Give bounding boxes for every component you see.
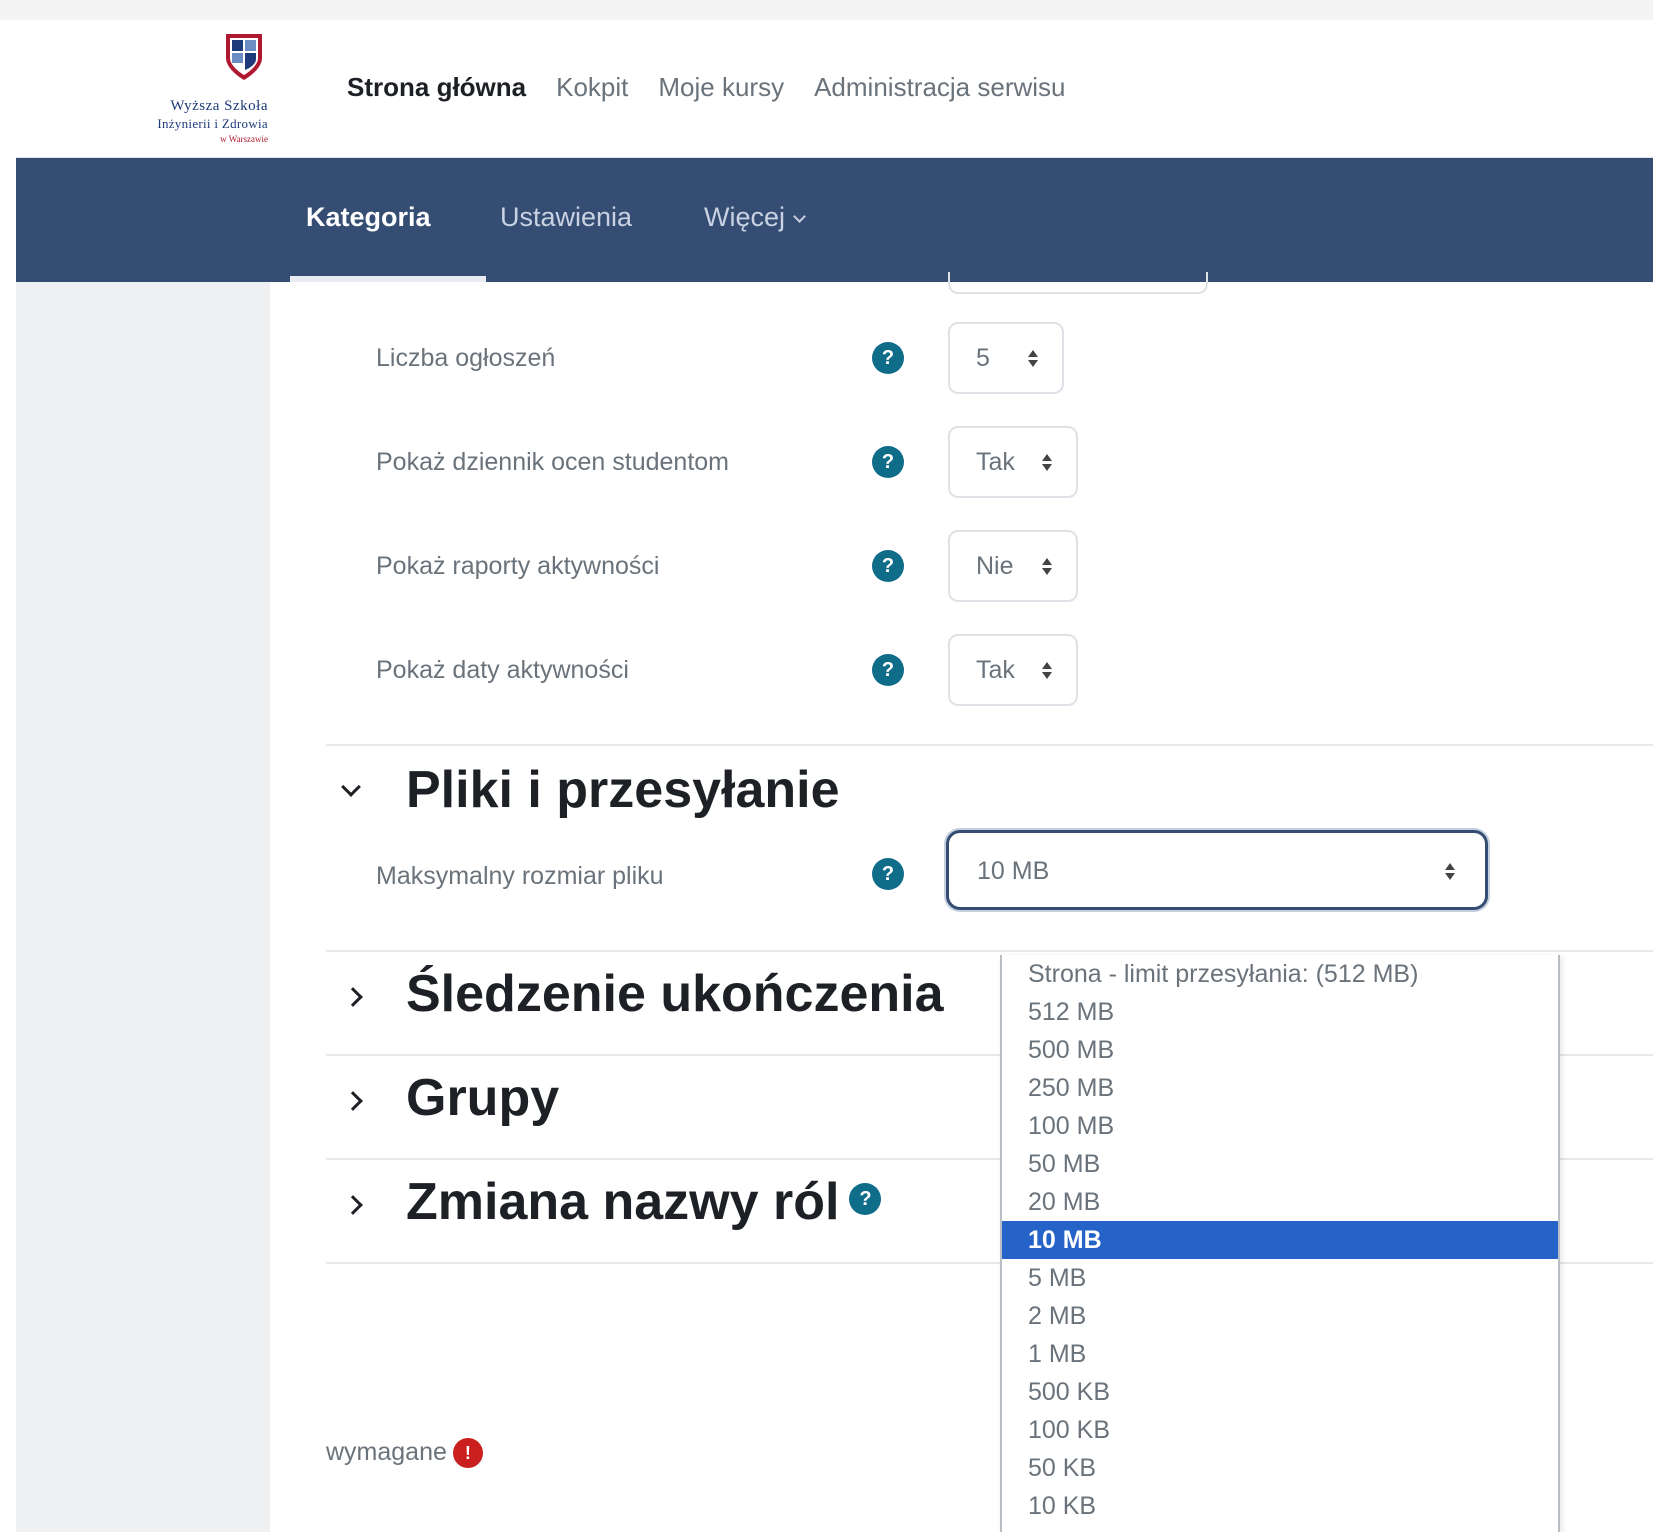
- max-file-size-select[interactable]: 10 MB: [946, 830, 1488, 910]
- question-icon[interactable]: ?: [872, 654, 904, 686]
- select-value: 5: [976, 344, 990, 372]
- dropdown-option[interactable]: 100 KB: [1002, 1411, 1558, 1449]
- dropdown-option[interactable]: 2 MB: [1002, 1297, 1558, 1335]
- chevron-right-icon[interactable]: [343, 987, 363, 1007]
- exclamation-icon: !: [452, 1438, 483, 1469]
- activity-dates-select[interactable]: Tak: [948, 634, 1078, 706]
- gradebook-select[interactable]: Tak: [948, 426, 1078, 498]
- dropdown-option[interactable]: 1 MB: [1002, 1335, 1558, 1373]
- section-title-files[interactable]: Pliki i przesyłanie: [406, 760, 840, 820]
- setting-label: Liczba ogłoszeń: [376, 344, 556, 372]
- nav-site-administration[interactable]: Administracja serwisu: [814, 72, 1065, 103]
- chevron-right-icon[interactable]: [343, 1195, 363, 1215]
- setting-row-activity-dates: Pokaż daty aktywności ? Tak: [270, 634, 1653, 714]
- chevron-right-icon[interactable]: [343, 1091, 363, 1111]
- crest-icon: [226, 34, 262, 80]
- logo-text-line3: w Warszawie: [220, 134, 268, 144]
- setting-row-gradebook: Pokaż dziennik ocen studentom ? Tak: [270, 426, 1653, 506]
- nav-dashboard[interactable]: Kokpit: [556, 72, 628, 103]
- setting-label: Pokaż daty aktywności: [376, 656, 629, 684]
- announcements-select[interactable]: 5: [948, 322, 1064, 394]
- section-title-roles[interactable]: Zmiana nazwy ról?: [406, 1172, 882, 1232]
- site-logo[interactable]: Wyższa Szkoła Inżynierii i Zdrowia w War…: [56, 30, 276, 148]
- setting-label: Pokaż raporty aktywności: [376, 552, 660, 580]
- dropdown-option[interactable]: 20 MB: [1002, 1183, 1558, 1221]
- setting-label: Pokaż dziennik ocen studentom: [376, 448, 729, 476]
- dropdown-option[interactable]: 50 KB: [1002, 1449, 1558, 1487]
- dropdown-option[interactable]: 512 MB: [1002, 993, 1558, 1031]
- section-divider: [326, 950, 1653, 952]
- nav-my-courses[interactable]: Moje kursy: [658, 72, 784, 103]
- primary-navigation: Strona główna Kokpit Moje kursy Administ…: [347, 72, 1096, 103]
- select-value: Tak: [976, 448, 1015, 476]
- select-value: Tak: [976, 656, 1015, 684]
- question-icon[interactable]: ?: [872, 550, 904, 582]
- dropdown-option[interactable]: 100 MB: [1002, 1107, 1558, 1145]
- left-drawer-area: [16, 282, 270, 1532]
- section-divider: [326, 744, 1653, 746]
- nav-home[interactable]: Strona główna: [347, 72, 526, 103]
- max-file-size-dropdown: Strona - limit przesyłania: (512 MB) 512…: [1000, 955, 1560, 1532]
- setting-row-activity-reports: Pokaż raporty aktywności ? Nie: [270, 530, 1653, 610]
- secondary-navigation: Kategoria Ustawienia Więcej: [16, 158, 1653, 282]
- activity-reports-select[interactable]: Nie: [948, 530, 1078, 602]
- tab-more-label: Więcej: [704, 202, 786, 232]
- dropdown-option[interactable]: 10 KB: [1002, 1487, 1558, 1525]
- dropdown-option[interactable]: 500 KB: [1002, 1373, 1558, 1411]
- browser-top-strip: [0, 0, 1653, 20]
- dropdown-option[interactable]: Strona - limit przesyłania: (512 MB): [1002, 955, 1558, 993]
- select-value: Nie: [976, 552, 1014, 580]
- dropdown-option[interactable]: 500 MB: [1002, 1031, 1558, 1069]
- tab-category[interactable]: Kategoria: [306, 202, 431, 233]
- question-icon[interactable]: ?: [849, 1183, 882, 1216]
- dropdown-option[interactable]: 250 MB: [1002, 1069, 1558, 1107]
- question-icon[interactable]: ?: [872, 446, 904, 478]
- logo-text-line2: Inżynierii i Zdrowia: [157, 116, 268, 131]
- tab-settings[interactable]: Ustawienia: [500, 202, 632, 233]
- setting-label: Maksymalny rozmiar pliku: [376, 862, 664, 890]
- partial-select-above[interactable]: [948, 272, 1208, 294]
- dropdown-option[interactable]: 50 MB: [1002, 1145, 1558, 1183]
- chevron-down-icon: [793, 210, 806, 223]
- setting-row-max-file-size: Maksymalny rozmiar pliku ? 10 MB: [270, 830, 1653, 910]
- section-title-roles-text: Zmiana nazwy ról: [406, 1173, 840, 1231]
- top-navbar: Wyższa Szkoła Inżynierii i Zdrowia w War…: [16, 20, 1653, 158]
- question-icon[interactable]: ?: [872, 858, 904, 890]
- required-label: wymagane: [326, 1438, 447, 1466]
- section-title-groups[interactable]: Grupy: [406, 1068, 559, 1128]
- chevron-down-icon[interactable]: [341, 777, 361, 797]
- question-icon[interactable]: ?: [872, 342, 904, 374]
- dropdown-option-selected[interactable]: 10 MB: [1002, 1221, 1558, 1259]
- required-fields-note: wymagane!: [326, 1438, 483, 1469]
- section-title-completion[interactable]: Śledzenie ukończenia: [406, 964, 944, 1024]
- tab-more[interactable]: Więcej: [704, 202, 806, 233]
- logo-text-line1: Wyższa Szkoła: [170, 98, 268, 114]
- dropdown-option[interactable]: 5 MB: [1002, 1259, 1558, 1297]
- setting-row-announcements: Liczba ogłoszeń ? 5: [270, 322, 1653, 402]
- select-value: 10 MB: [977, 857, 1050, 885]
